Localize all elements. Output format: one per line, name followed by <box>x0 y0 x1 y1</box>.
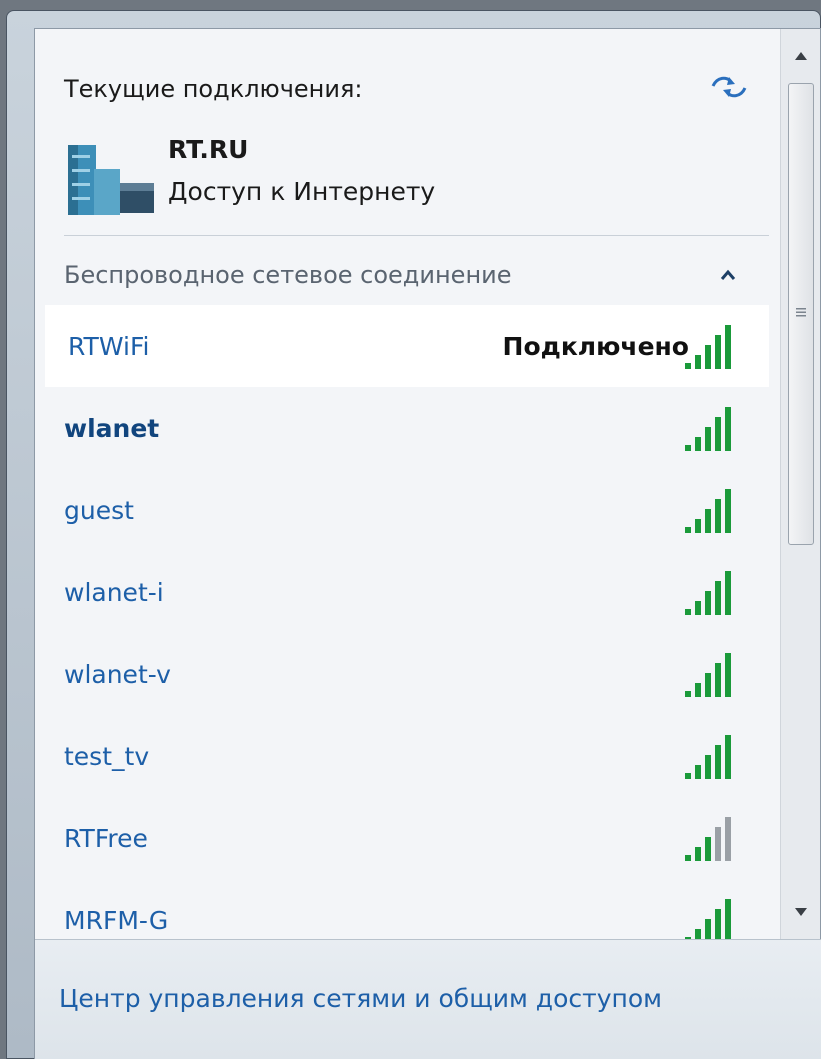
signal-bar <box>705 591 711 615</box>
scroll-up-button[interactable] <box>781 33 821 79</box>
current-connection[interactable]: RT.RU Доступ к Интернету <box>64 131 764 231</box>
scroll-thumb[interactable] <box>788 83 814 545</box>
signal-strength-icon <box>685 571 731 615</box>
signal-bar <box>695 847 701 861</box>
network-center-link[interactable]: Центр управления сетями и общим доступом <box>59 984 662 1013</box>
network-name: test_tv <box>64 741 150 771</box>
signal-bar <box>715 581 721 615</box>
signal-bar <box>705 427 711 451</box>
signal-bar <box>725 489 731 533</box>
signal-bar <box>725 653 731 697</box>
footer: Центр управления сетями и общим доступом <box>35 940 821 1059</box>
network-flyout: Текущие подключения: RT.RU Доступ к Инте… <box>34 28 821 1059</box>
signal-bar <box>685 773 691 779</box>
signal-strength-icon <box>685 817 731 861</box>
refresh-icon[interactable] <box>709 73 749 101</box>
signal-bar <box>715 745 721 779</box>
signal-bar <box>725 735 731 779</box>
signal-bar <box>695 683 701 697</box>
network-building-icon <box>64 135 160 227</box>
network-row[interactable]: wlanet <box>35 387 780 469</box>
wireless-section-label: Беспроводное сетевое соединение <box>64 261 512 289</box>
network-row[interactable]: wlanet-i <box>35 551 780 633</box>
signal-bar <box>685 609 691 615</box>
signal-bar <box>695 765 701 779</box>
network-name: wlanet <box>64 413 160 443</box>
signal-bar <box>715 663 721 697</box>
signal-bar <box>685 855 691 861</box>
network-row[interactable]: test_tv <box>35 715 780 797</box>
signal-strength-icon <box>685 735 731 779</box>
signal-strength-icon <box>685 407 731 451</box>
wifi-network-list: RTWiFi Подключено wlanet guest wlanet-i wlane… <box>35 305 780 939</box>
signal-strength-icon <box>685 489 731 533</box>
signal-bar <box>705 673 711 697</box>
signal-bar <box>715 499 721 533</box>
signal-bar <box>705 509 711 533</box>
signal-bar <box>715 335 721 369</box>
signal-bar <box>715 909 721 939</box>
network-name: RTFree <box>64 823 148 853</box>
current-connections-title: Текущие подключения: <box>64 75 363 103</box>
network-list-area: Текущие подключения: RT.RU Доступ к Инте… <box>35 29 780 939</box>
connection-state: Подключено <box>502 331 689 361</box>
scrollbar[interactable] <box>780 29 820 939</box>
signal-bar <box>705 837 711 861</box>
network-row[interactable]: RTFree <box>35 797 780 879</box>
network-name: wlanet-i <box>64 577 164 607</box>
signal-strength-icon <box>685 899 731 939</box>
chevron-up-icon[interactable] <box>719 267 737 281</box>
signal-bar <box>685 527 691 533</box>
signal-bar <box>695 519 701 533</box>
signal-bar <box>695 437 701 451</box>
signal-strength-icon <box>685 653 731 697</box>
signal-bar <box>715 417 721 451</box>
signal-bar <box>715 827 721 861</box>
network-row[interactable]: MRFM-G <box>35 879 780 939</box>
signal-bar <box>705 755 711 779</box>
network-row[interactable]: wlanet-v <box>35 633 780 715</box>
signal-bar <box>705 919 711 939</box>
network-name: guest <box>64 495 134 525</box>
signal-strength-icon <box>685 325 731 369</box>
network-row[interactable]: RTWiFi Подключено <box>45 305 769 387</box>
network-name: RTWiFi <box>68 331 150 361</box>
signal-bar <box>725 407 731 451</box>
signal-bar <box>725 325 731 369</box>
signal-bar <box>685 363 691 369</box>
signal-bar <box>695 601 701 615</box>
connection-name: RT.RU <box>168 135 249 164</box>
network-name: MRFM-G <box>64 905 169 935</box>
signal-bar <box>725 899 731 939</box>
signal-bar <box>685 691 691 697</box>
signal-bar <box>725 571 731 615</box>
network-row[interactable]: guest <box>35 469 780 551</box>
grip-icon <box>796 308 806 317</box>
connection-status: Доступ к Интернету <box>168 177 436 206</box>
scroll-down-button[interactable] <box>781 889 821 935</box>
header-divider <box>64 235 769 236</box>
signal-bar <box>725 817 731 861</box>
signal-bar <box>695 929 701 939</box>
signal-bar <box>705 345 711 369</box>
signal-bar <box>685 445 691 451</box>
signal-bar <box>695 355 701 369</box>
network-name: wlanet-v <box>64 659 171 689</box>
